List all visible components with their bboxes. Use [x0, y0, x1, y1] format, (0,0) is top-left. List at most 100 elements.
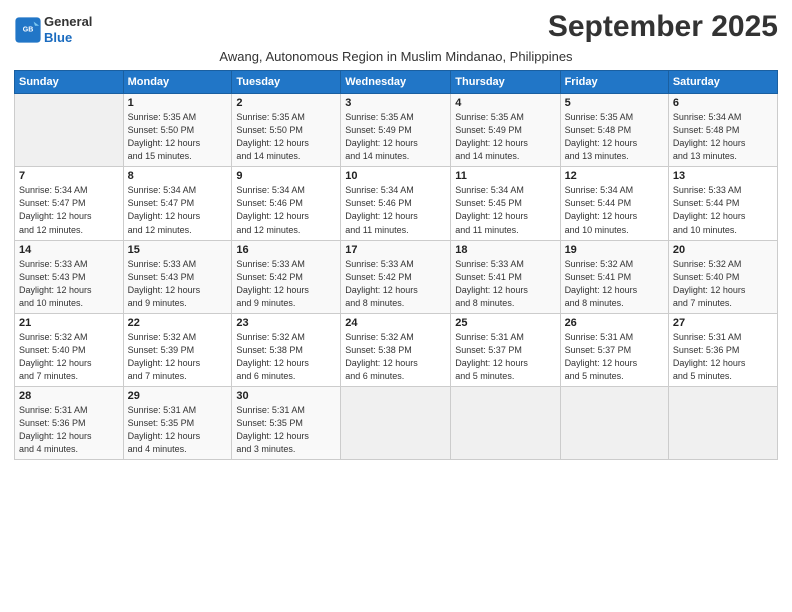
day-number: 5: [565, 97, 664, 109]
main-title: September 2025: [548, 10, 778, 44]
day-number: 3: [345, 97, 446, 109]
day-info: Sunrise: 5:35 AM Sunset: 5:49 PM Dayligh…: [455, 111, 555, 163]
day-number: 16: [236, 244, 336, 256]
day-info: Sunrise: 5:33 AM Sunset: 5:44 PM Dayligh…: [673, 184, 773, 236]
day-number: 24: [345, 317, 446, 329]
day-number: 12: [565, 170, 664, 182]
day-number: 6: [673, 97, 773, 109]
calendar-week-row: 1 Sunrise: 5:35 AM Sunset: 5:50 PM Daylig…: [15, 94, 778, 167]
calendar-cell: 16 Sunrise: 5:33 AM Sunset: 5:42 PM Dayli…: [232, 240, 341, 313]
day-info: Sunrise: 5:32 AM Sunset: 5:38 PM Dayligh…: [236, 331, 336, 383]
day-number: 10: [345, 170, 446, 182]
calendar-cell: 7Sunrise: 5:34 AM Sunset: 5:47 PM Daylig…: [15, 167, 124, 240]
day-info: Sunrise: 5:34 AM Sunset: 5:46 PM Dayligh…: [345, 184, 446, 236]
day-number: 2: [236, 97, 336, 109]
day-number: 23: [236, 317, 336, 329]
calendar-header-wednesday: Wednesday: [341, 71, 451, 94]
calendar-header-thursday: Thursday: [451, 71, 560, 94]
day-info: Sunrise: 5:31 AM Sunset: 5:37 PM Dayligh…: [455, 331, 555, 383]
day-info: Sunrise: 5:31 AM Sunset: 5:37 PM Dayligh…: [565, 331, 664, 383]
calendar-cell: 26 Sunrise: 5:31 AM Sunset: 5:37 PM Dayli…: [560, 313, 668, 386]
calendar-cell: 6 Sunrise: 5:34 AM Sunset: 5:48 PM Daylig…: [668, 94, 777, 167]
day-info: Sunrise: 5:32 AM Sunset: 5:40 PM Dayligh…: [673, 258, 773, 310]
logo-icon: GB: [14, 16, 42, 44]
calendar-cell: 9 Sunrise: 5:34 AM Sunset: 5:46 PM Daylig…: [232, 167, 341, 240]
calendar-header-row: SundayMondayTuesdayWednesdayThursdayFrid…: [15, 71, 778, 94]
day-info: Sunrise: 5:35 AM Sunset: 5:48 PM Dayligh…: [565, 111, 664, 163]
day-number: 30: [236, 390, 336, 402]
calendar-cell: 12 Sunrise: 5:34 AM Sunset: 5:44 PM Dayli…: [560, 167, 668, 240]
calendar-cell: 30Sunrise: 5:31 AM Sunset: 5:35 PM Dayli…: [232, 386, 341, 459]
calendar-cell: 13 Sunrise: 5:33 AM Sunset: 5:44 PM Dayli…: [668, 167, 777, 240]
calendar-cell: 10 Sunrise: 5:34 AM Sunset: 5:46 PM Dayli…: [341, 167, 451, 240]
day-info: Sunrise: 5:31 AM Sunset: 5:35 PM Dayligh…: [128, 404, 228, 456]
day-info: Sunrise: 5:33 AM Sunset: 5:42 PM Dayligh…: [345, 258, 446, 310]
header: GB General Blue September 2025: [14, 10, 778, 45]
day-info: Sunrise: 5:35 AM Sunset: 5:50 PM Dayligh…: [128, 111, 228, 163]
calendar-header-sunday: Sunday: [15, 71, 124, 94]
calendar-cell: [668, 386, 777, 459]
calendar-cell: [560, 386, 668, 459]
day-number: 11: [455, 170, 555, 182]
day-info: Sunrise: 5:31 AM Sunset: 5:36 PM Dayligh…: [19, 404, 119, 456]
day-info: Sunrise: 5:32 AM Sunset: 5:41 PM Dayligh…: [565, 258, 664, 310]
day-number: 19: [565, 244, 664, 256]
day-number: 15: [128, 244, 228, 256]
calendar-cell: 17Sunrise: 5:33 AM Sunset: 5:42 PM Dayli…: [341, 240, 451, 313]
day-info: Sunrise: 5:33 AM Sunset: 5:41 PM Dayligh…: [455, 258, 555, 310]
day-info: Sunrise: 5:33 AM Sunset: 5:43 PM Dayligh…: [128, 258, 228, 310]
calendar-cell: 4Sunrise: 5:35 AM Sunset: 5:49 PM Daylig…: [451, 94, 560, 167]
day-info: Sunrise: 5:34 AM Sunset: 5:48 PM Dayligh…: [673, 111, 773, 163]
day-number: 26: [565, 317, 664, 329]
day-info: Sunrise: 5:35 AM Sunset: 5:50 PM Dayligh…: [236, 111, 336, 163]
calendar-cell: 18 Sunrise: 5:33 AM Sunset: 5:41 PM Dayli…: [451, 240, 560, 313]
day-number: 21: [19, 317, 119, 329]
day-info: Sunrise: 5:34 AM Sunset: 5:45 PM Dayligh…: [455, 184, 555, 236]
title-block: September 2025: [548, 10, 778, 44]
day-info: Sunrise: 5:34 AM Sunset: 5:46 PM Dayligh…: [236, 184, 336, 236]
calendar-header-tuesday: Tuesday: [232, 71, 341, 94]
day-number: 27: [673, 317, 773, 329]
day-number: 13: [673, 170, 773, 182]
calendar-week-row: 21Sunrise: 5:32 AM Sunset: 5:40 PM Dayli…: [15, 313, 778, 386]
calendar-cell: 27 Sunrise: 5:31 AM Sunset: 5:36 PM Dayli…: [668, 313, 777, 386]
calendar-table: SundayMondayTuesdayWednesdayThursdayFrid…: [14, 70, 778, 460]
calendar-cell: [451, 386, 560, 459]
day-number: 25: [455, 317, 555, 329]
day-number: 8: [128, 170, 228, 182]
calendar-cell: [15, 94, 124, 167]
calendar-cell: 22Sunrise: 5:32 AM Sunset: 5:39 PM Dayli…: [123, 313, 232, 386]
calendar-cell: 3Sunrise: 5:35 AM Sunset: 5:49 PM Daylig…: [341, 94, 451, 167]
day-number: 28: [19, 390, 119, 402]
calendar-cell: 15 Sunrise: 5:33 AM Sunset: 5:43 PM Dayli…: [123, 240, 232, 313]
calendar-cell: 28 Sunrise: 5:31 AM Sunset: 5:36 PM Dayli…: [15, 386, 124, 459]
calendar-header-saturday: Saturday: [668, 71, 777, 94]
logo-text: General Blue: [44, 14, 92, 45]
calendar-week-row: 14Sunrise: 5:33 AM Sunset: 5:43 PM Dayli…: [15, 240, 778, 313]
day-info: Sunrise: 5:34 AM Sunset: 5:47 PM Dayligh…: [128, 184, 228, 236]
subtitle: Awang, Autonomous Region in Muslim Minda…: [14, 49, 778, 64]
day-info: Sunrise: 5:31 AM Sunset: 5:36 PM Dayligh…: [673, 331, 773, 383]
page: GB General Blue September 2025 Awang, Au…: [0, 0, 792, 612]
day-info: Sunrise: 5:33 AM Sunset: 5:42 PM Dayligh…: [236, 258, 336, 310]
day-info: Sunrise: 5:32 AM Sunset: 5:39 PM Dayligh…: [128, 331, 228, 383]
day-number: 18: [455, 244, 555, 256]
day-number: 1: [128, 97, 228, 109]
calendar-week-row: 28 Sunrise: 5:31 AM Sunset: 5:36 PM Dayli…: [15, 386, 778, 459]
calendar-cell: 11 Sunrise: 5:34 AM Sunset: 5:45 PM Dayli…: [451, 167, 560, 240]
day-number: 20: [673, 244, 773, 256]
logo: GB General Blue: [14, 14, 92, 45]
calendar-cell: 1 Sunrise: 5:35 AM Sunset: 5:50 PM Daylig…: [123, 94, 232, 167]
calendar-cell: 14Sunrise: 5:33 AM Sunset: 5:43 PM Dayli…: [15, 240, 124, 313]
calendar-week-row: 7Sunrise: 5:34 AM Sunset: 5:47 PM Daylig…: [15, 167, 778, 240]
logo-line1: General: [44, 14, 92, 30]
calendar-cell: 24Sunrise: 5:32 AM Sunset: 5:38 PM Dayli…: [341, 313, 451, 386]
calendar-header-monday: Monday: [123, 71, 232, 94]
day-number: 9: [236, 170, 336, 182]
svg-text:GB: GB: [23, 26, 34, 33]
logo-line2: Blue: [44, 30, 92, 46]
calendar-cell: 5 Sunrise: 5:35 AM Sunset: 5:48 PM Daylig…: [560, 94, 668, 167]
calendar-cell: 23 Sunrise: 5:32 AM Sunset: 5:38 PM Dayli…: [232, 313, 341, 386]
day-info: Sunrise: 5:34 AM Sunset: 5:44 PM Dayligh…: [565, 184, 664, 236]
day-number: 29: [128, 390, 228, 402]
